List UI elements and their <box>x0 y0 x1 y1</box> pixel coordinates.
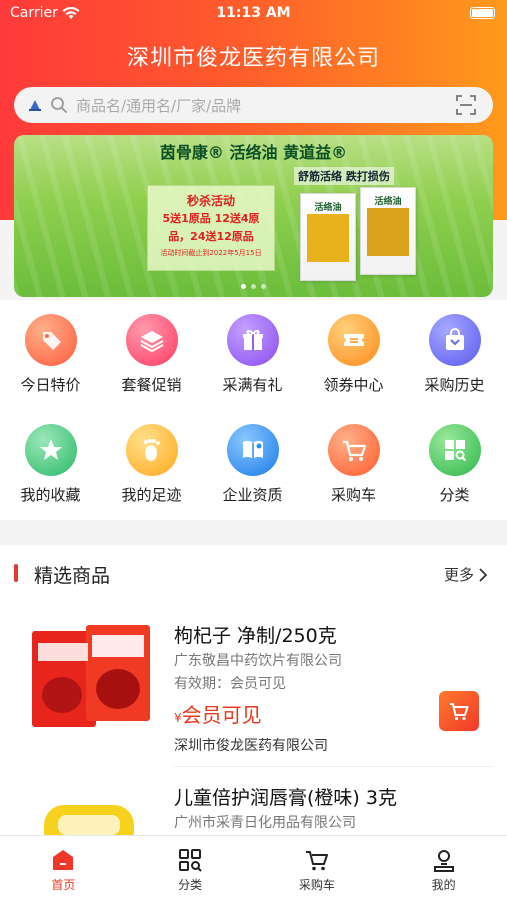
menu-item-gift[interactable]: 采满有礼 <box>202 314 303 395</box>
certificate-icon <box>226 424 279 476</box>
footprint-icon <box>125 424 178 476</box>
menu-item-purchase-cart[interactable]: 采购车 <box>303 424 404 505</box>
product-card[interactable]: 枸杞子 净制/250克 广东敬昌中药饮片有限公司 有效期：会员可见 ¥会员可见 … <box>14 603 493 763</box>
product-box-image: 活络油 <box>300 193 356 281</box>
gift-icon <box>226 314 279 366</box>
user-icon <box>430 846 458 874</box>
tab-label: 我的 <box>431 878 456 892</box>
more-label: 更多 <box>443 566 474 584</box>
menu-label: 采满有礼 <box>222 376 283 394</box>
promo-banner[interactable]: 茵骨康® 活络油 黄道益® 秒杀活动 5送1原品 12送4原 品，24送12原品… <box>14 135 493 297</box>
app-logo-icon <box>29 100 41 111</box>
product-card[interactable]: 儿童倍护润唇膏(橙味) 3克 广州市采青日化用品有限公司 <box>14 767 493 835</box>
banner-pagination <box>14 284 493 289</box>
menu-item-package-promo[interactable]: 套餐促销 <box>101 314 202 395</box>
product-box-image: 活络油 <box>360 187 416 275</box>
home-icon <box>49 846 77 874</box>
promo-box: 秒杀活动 5送1原品 12送4原 品，24送12原品 活动时间截止到2022年5… <box>147 185 275 271</box>
category-icon <box>428 424 481 476</box>
menu-label: 我的收藏 <box>20 486 81 504</box>
price-value: 会员可见 <box>181 703 262 727</box>
status-time: 11:13 AM <box>216 5 291 21</box>
quick-menu: 今日特价 套餐促销 采满有礼 领券中心 采购历史 我的收藏 我的足迹 企业资质 … <box>0 300 507 520</box>
promo-line-1: 5送1原品 12送4原 <box>162 212 260 225</box>
menu-label: 领券中心 <box>323 376 384 394</box>
menu-label: 我的足迹 <box>121 486 182 504</box>
tag-icon <box>24 314 77 366</box>
menu-item-coupon-center[interactable]: 领券中心 <box>303 314 404 395</box>
menu-item-purchase-history[interactable]: 采购历史 <box>404 314 505 395</box>
tab-home[interactable]: 首页 <box>0 836 127 900</box>
layers-icon <box>125 314 178 366</box>
product-maker: 广东敬昌中药饮片有限公司 <box>174 653 342 669</box>
tab-label: 采购车 <box>298 878 335 892</box>
search-bar[interactable]: 商品名/通用名/厂家/品牌 <box>14 87 493 123</box>
product-name: 枸杞子 净制/250克 <box>174 625 337 647</box>
menu-item-category[interactable]: 分类 <box>404 424 505 505</box>
menu-label: 今日特价 <box>20 376 81 394</box>
promo-line-2: 品，24送12原品 <box>168 230 254 243</box>
star-icon <box>24 424 77 476</box>
section-header: 精选商品 更多 <box>0 545 507 600</box>
menu-label: 采购车 <box>330 486 376 504</box>
menu-item-today-deals[interactable]: 今日特价 <box>0 314 101 395</box>
menu-item-qualification[interactable]: 企业资质 <box>202 424 303 505</box>
product-box-label: 活络油 <box>374 197 402 207</box>
scan-icon[interactable] <box>455 94 477 116</box>
add-to-cart-button[interactable] <box>439 691 479 731</box>
section-accent-bar <box>14 564 18 582</box>
menu-item-favorites[interactable]: 我的收藏 <box>0 424 101 505</box>
category-icon <box>176 846 204 874</box>
cart-icon <box>450 703 469 721</box>
search-icon <box>51 97 67 113</box>
product-image <box>32 625 150 727</box>
chevron-right-icon <box>479 567 487 582</box>
product-seller: 深圳市俊龙医药有限公司 <box>174 738 328 754</box>
bag-icon <box>428 314 481 366</box>
price-symbol: ¥ <box>174 711 182 725</box>
product-image <box>44 805 134 835</box>
product-box-label: 活络油 <box>314 203 342 213</box>
promo-deadline: 活动时间截止到2022年5月15日 <box>160 249 262 257</box>
cart-icon <box>303 846 331 874</box>
featured-products-section: 精选商品 更多 枸杞子 净制/250克 广东敬昌中药饮片有限公司 有效期：会员可… <box>0 545 507 835</box>
tab-category[interactable]: 分类 <box>127 836 254 900</box>
banner-tagline: 舒筋活络 跌打损伤 <box>294 167 394 185</box>
coupon-icon <box>327 314 380 366</box>
tab-label: 首页 <box>51 878 76 892</box>
product-expiry: 有效期：会员可见 <box>174 676 286 692</box>
search-input[interactable]: 商品名/通用名/厂家/品牌 <box>76 95 455 116</box>
menu-label: 分类 <box>439 486 470 504</box>
product-maker: 广州市采青日化用品有限公司 <box>174 815 356 831</box>
menu-label: 套餐促销 <box>121 376 182 394</box>
menu-label: 企业资质 <box>222 486 283 504</box>
tab-label: 分类 <box>178 878 203 892</box>
product-price: ¥会员可见 <box>174 699 262 728</box>
status-bar: Carrier 11:13 AM <box>0 0 507 28</box>
section-title: 精选商品 <box>34 565 111 587</box>
cart-icon <box>327 424 380 476</box>
promo-title: 秒杀活动 <box>186 194 235 208</box>
banner-headline: 茵骨康® 活络油 黄道益® <box>159 143 348 162</box>
tab-mine[interactable]: 我的 <box>380 836 507 900</box>
menu-label: 采购历史 <box>424 376 485 394</box>
battery-icon <box>470 7 495 19</box>
product-name: 儿童倍护润唇膏(橙味) 3克 <box>174 787 397 809</box>
more-link[interactable]: 更多 <box>444 564 487 585</box>
menu-item-footprints[interactable]: 我的足迹 <box>101 424 202 505</box>
tab-cart[interactable]: 采购车 <box>254 836 381 900</box>
tab-bar: 首页 分类 采购车 我的 <box>0 835 507 900</box>
page-title: 深圳市俊龙医药有限公司 <box>126 46 380 71</box>
